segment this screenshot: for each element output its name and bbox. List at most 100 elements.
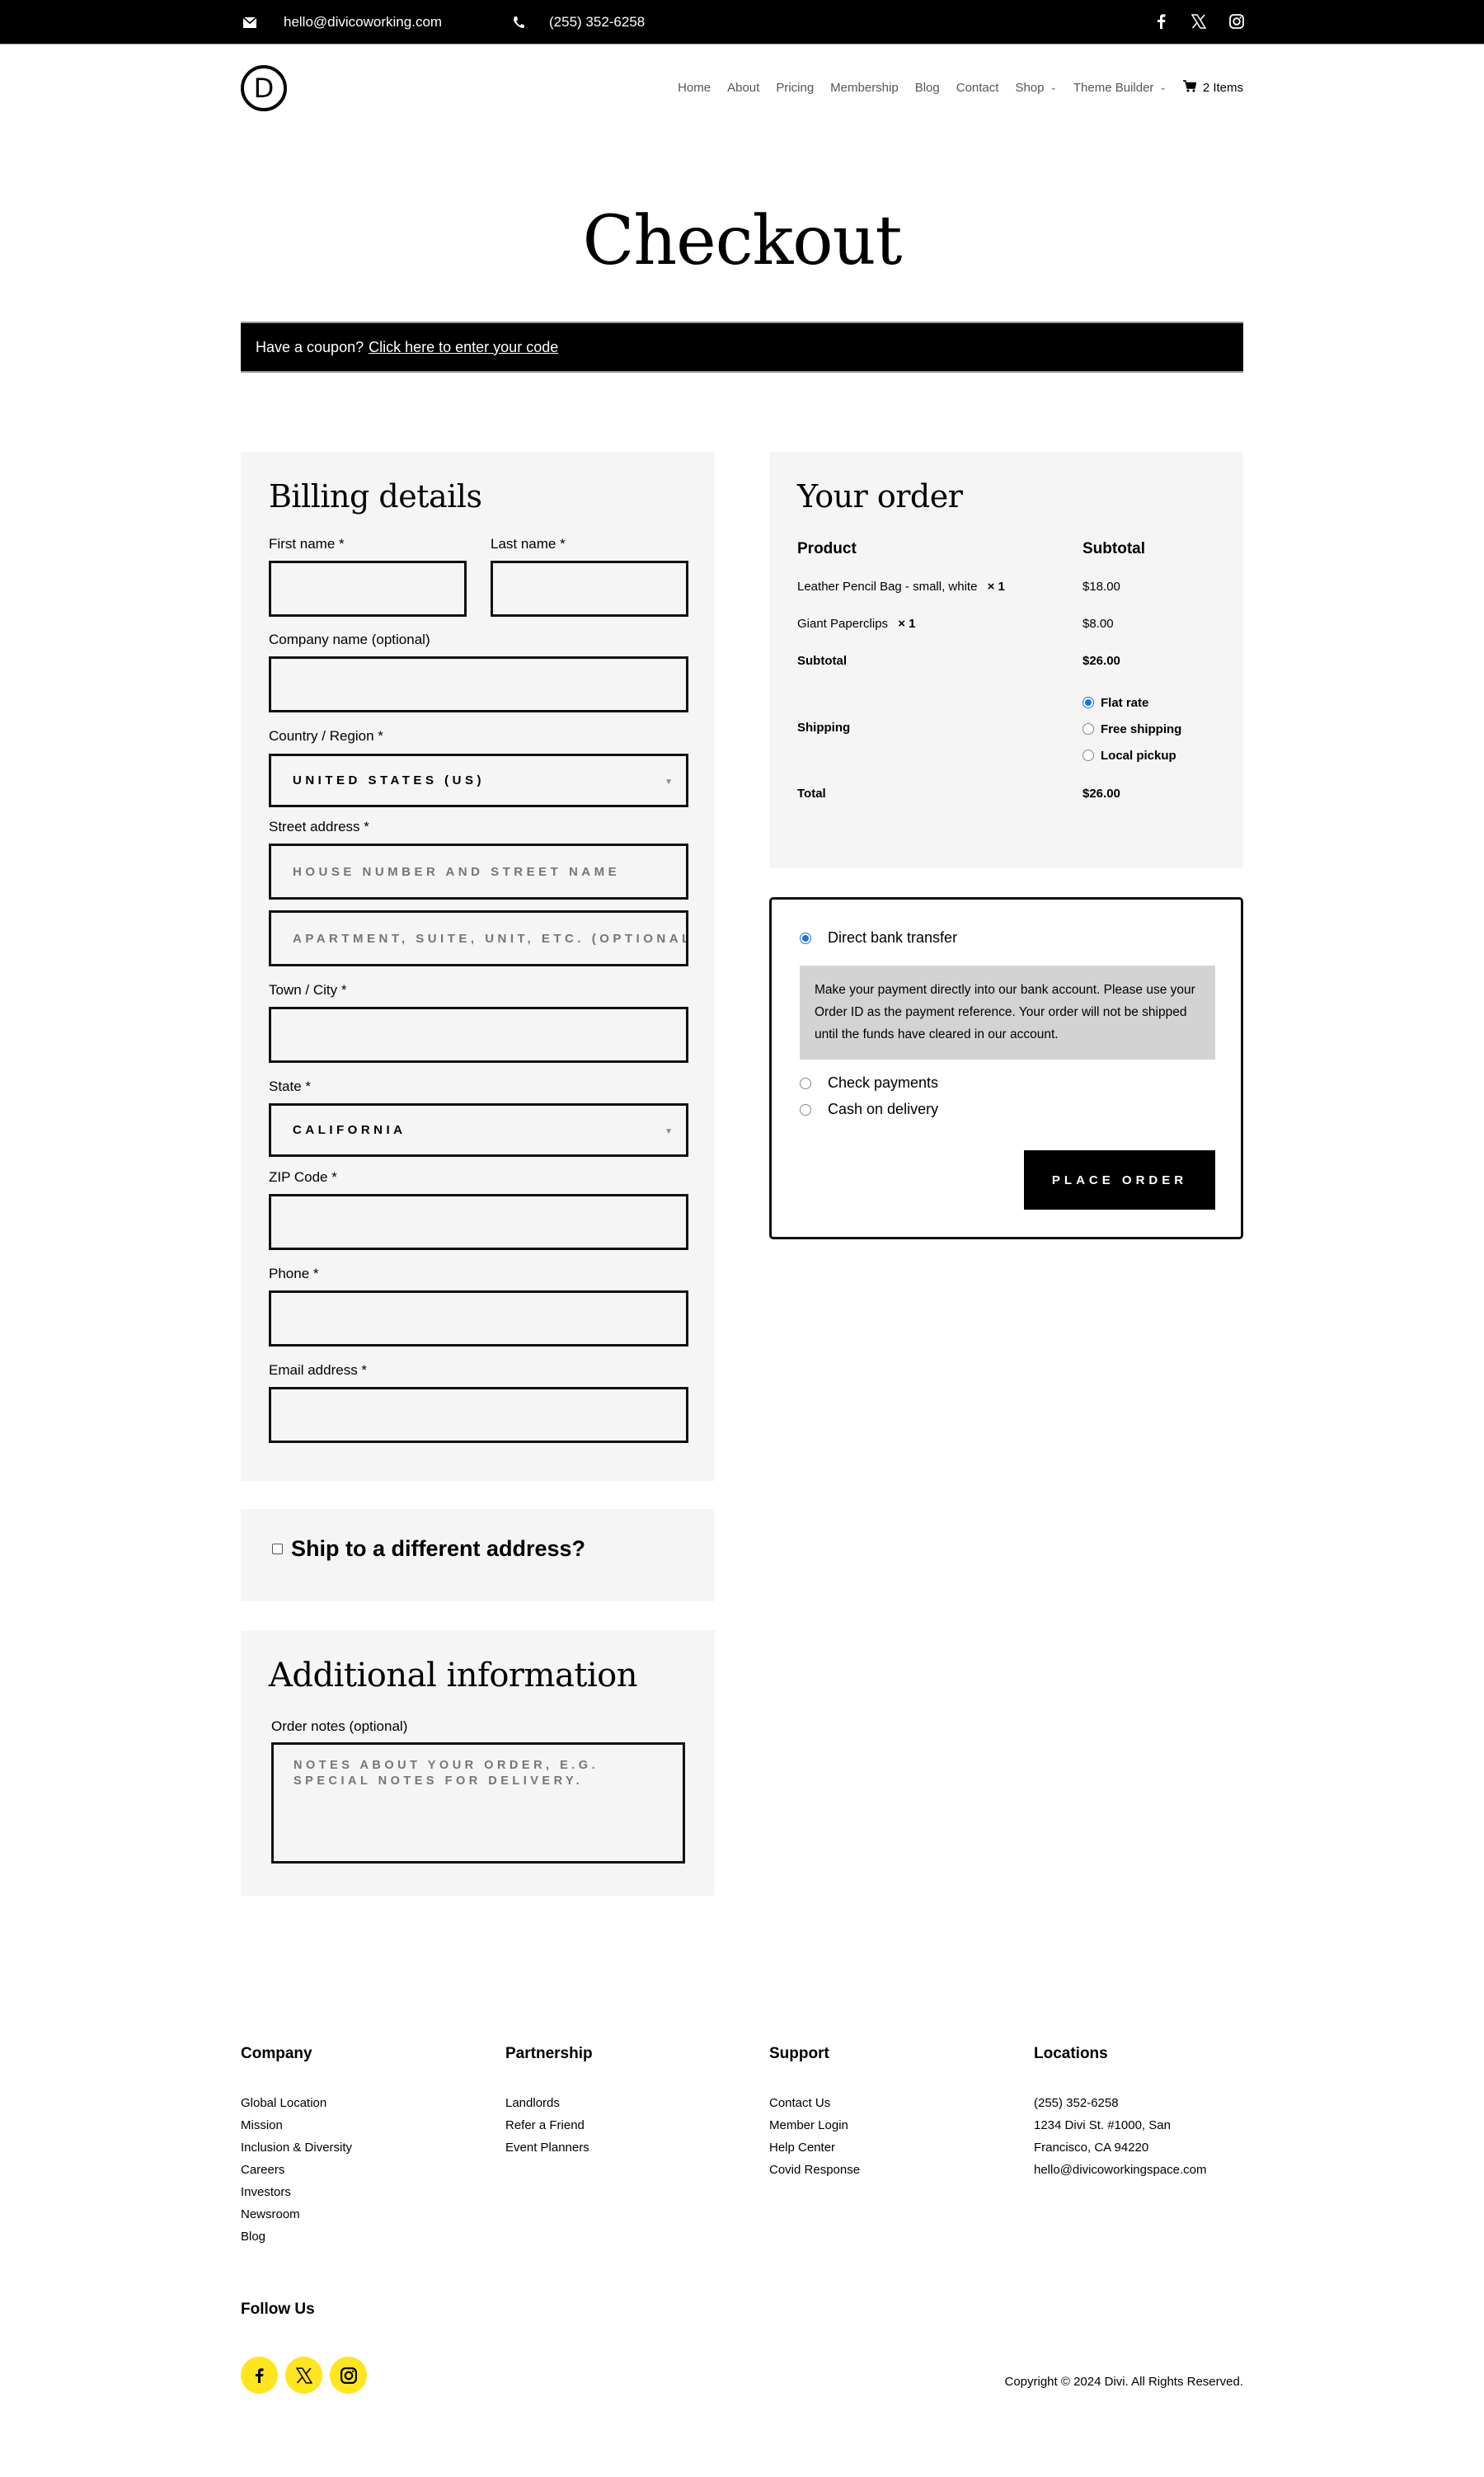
nav-label: Membership xyxy=(830,80,899,95)
coupon-notice: Have a coupon? Click here to enter your … xyxy=(241,322,1243,373)
site-logo[interactable]: D xyxy=(241,65,287,111)
follow-us-title: Follow Us xyxy=(241,2301,315,2318)
payment-option-label: Direct bank transfer xyxy=(828,929,958,946)
nav-pricing[interactable]: Pricing xyxy=(776,81,814,95)
footer-link[interactable]: Careers xyxy=(241,2159,352,2181)
shipping-option-flat-rate[interactable]: Flat rate xyxy=(1082,689,1181,716)
order-item: Leather Pencil Bag - small, white × 1 $1… xyxy=(797,580,1226,594)
nav-contact[interactable]: Contact xyxy=(956,81,999,95)
payment-option-check[interactable]: Check payments xyxy=(800,1074,938,1092)
footer-link[interactable]: Blog xyxy=(241,2226,352,2248)
first-name-field[interactable] xyxy=(269,561,467,617)
instagram-icon[interactable] xyxy=(1227,12,1247,31)
zip-field[interactable] xyxy=(269,1194,688,1250)
coupon-link[interactable]: Click here to enter your code xyxy=(369,339,558,356)
country-select[interactable]: United States (US) ▼ xyxy=(269,754,688,807)
radio-selected[interactable] xyxy=(1082,697,1094,708)
topbar-phone-text: (255) 352-6258 xyxy=(549,14,646,30)
item-qty: × 1 xyxy=(898,617,916,631)
footer-link[interactable]: Global Location xyxy=(241,2092,352,2114)
footer-link[interactable]: Member Login xyxy=(769,2114,860,2136)
footer-link[interactable]: Help Center xyxy=(769,2136,860,2159)
payment-option-label: Check payments xyxy=(828,1074,939,1091)
shipping-option-local-pickup[interactable]: Local pickup xyxy=(1082,742,1181,768)
radio-unselected[interactable] xyxy=(800,1077,811,1089)
phone-icon xyxy=(510,13,528,31)
radio-selected[interactable] xyxy=(800,932,811,944)
street-label: Street address * xyxy=(269,819,369,834)
phone-field[interactable] xyxy=(269,1290,688,1347)
footer-link[interactable]: Event Planners xyxy=(505,2136,593,2159)
radio-unselected[interactable] xyxy=(1082,723,1094,735)
ship-different-checkbox[interactable] xyxy=(272,1544,283,1554)
total-value: $26.00 xyxy=(1082,787,1120,801)
nav-label: Blog xyxy=(914,80,940,95)
email-field[interactable] xyxy=(269,1387,688,1443)
copyright-text: Copyright © 2024 Divi. All Rights Reserv… xyxy=(1004,2375,1243,2389)
footer-address-line: 1234 Divi St. #1000, San xyxy=(1034,2118,1171,2132)
radio-unselected[interactable] xyxy=(1082,750,1094,761)
payment-option-label: Cash on delivery xyxy=(828,1101,939,1117)
item-qty: × 1 xyxy=(987,580,1005,594)
street-address-2-field[interactable] xyxy=(269,910,688,966)
nav-membership[interactable]: Membership xyxy=(830,81,899,95)
billing-title: Billing details xyxy=(269,478,482,515)
total-row: Total $26.00 xyxy=(797,787,1226,801)
company-field[interactable] xyxy=(269,656,688,712)
state-label: State * xyxy=(269,1079,312,1094)
facebook-icon[interactable] xyxy=(1151,12,1171,31)
footer-address-line: Francisco, CA 94220 xyxy=(1034,2141,1149,2155)
nav-blog[interactable]: Blog xyxy=(915,81,940,95)
nav-label: Contact xyxy=(956,80,999,95)
shipping-option-free[interactable]: Free shipping xyxy=(1082,716,1181,742)
order-notes-field[interactable] xyxy=(271,1742,685,1864)
footer-link[interactable]: Refer a Friend xyxy=(505,2114,593,2136)
footer-link[interactable]: Investors xyxy=(241,2181,352,2203)
total-label: Total xyxy=(797,787,826,801)
footer-column-company: Company Global Location Mission Inclusio… xyxy=(241,2045,352,2248)
payment-option-cod[interactable]: Cash on delivery xyxy=(800,1101,938,1118)
email-label: Email address * xyxy=(269,1362,368,1378)
footer-link[interactable]: Newsroom xyxy=(241,2203,352,2226)
nav-shop[interactable]: Shop ⌄ xyxy=(1015,81,1056,95)
footer-link[interactable]: Inclusion & Diversity xyxy=(241,2136,352,2159)
nav-theme-builder[interactable]: Theme Builder ⌄ xyxy=(1073,81,1167,95)
state-select[interactable]: California ▼ xyxy=(269,1103,688,1157)
ship-different-toggle[interactable]: Ship to a different address? xyxy=(272,1536,585,1562)
x-icon[interactable] xyxy=(1189,12,1209,31)
logo-letter: D xyxy=(253,73,275,104)
footer-instagram-icon[interactable] xyxy=(330,2357,367,2394)
footer-facebook-icon[interactable] xyxy=(241,2357,278,2394)
order-notes-label: Order notes (optional) xyxy=(271,1718,408,1734)
topbar-phone[interactable]: (255) 352-6258 xyxy=(510,0,645,45)
page-title: Checkout xyxy=(582,202,903,280)
footer-column-title: Partnership xyxy=(505,2045,593,2062)
city-label: Town / City * xyxy=(269,982,347,998)
col-product: Product xyxy=(797,540,857,557)
nav-about[interactable]: About xyxy=(727,81,759,95)
city-field[interactable] xyxy=(269,1007,688,1063)
phone-label: Phone * xyxy=(269,1266,319,1281)
cart-link[interactable]: 2 Items xyxy=(1182,79,1243,96)
footer-phone: (255) 352-6258 xyxy=(1034,2096,1119,2110)
last-name-field[interactable] xyxy=(491,561,688,617)
footer-column-title: Locations xyxy=(1034,2045,1108,2062)
country-label: Country / Region * xyxy=(269,728,383,744)
shipping-label: Shipping xyxy=(797,721,851,735)
item-name: Leather Pencil Bag - small, white xyxy=(797,580,978,594)
street-address-field[interactable] xyxy=(269,844,688,900)
place-order-button[interactable]: Place Order xyxy=(1024,1150,1215,1210)
place-order-label: Place Order xyxy=(1051,1173,1188,1187)
footer-link[interactable]: Mission xyxy=(241,2114,352,2136)
footer-link[interactable]: Contact Us xyxy=(769,2092,860,2114)
topbar-email[interactable]: hello@divicoworking.com xyxy=(241,0,442,45)
footer-email: hello@divicoworkingspace.com xyxy=(1034,2163,1207,2177)
footer-link[interactable]: Landlords xyxy=(505,2092,593,2114)
footer-x-icon[interactable] xyxy=(285,2357,322,2394)
nav-home[interactable]: Home xyxy=(678,81,711,95)
footer-link[interactable]: Covid Response xyxy=(769,2159,860,2181)
payment-option-bank-transfer[interactable]: Direct bank transfer xyxy=(800,929,957,947)
order-item: Giant Paperclips × 1 $8.00 xyxy=(797,617,1226,631)
item-name: Giant Paperclips xyxy=(797,617,889,631)
radio-unselected[interactable] xyxy=(800,1103,811,1116)
